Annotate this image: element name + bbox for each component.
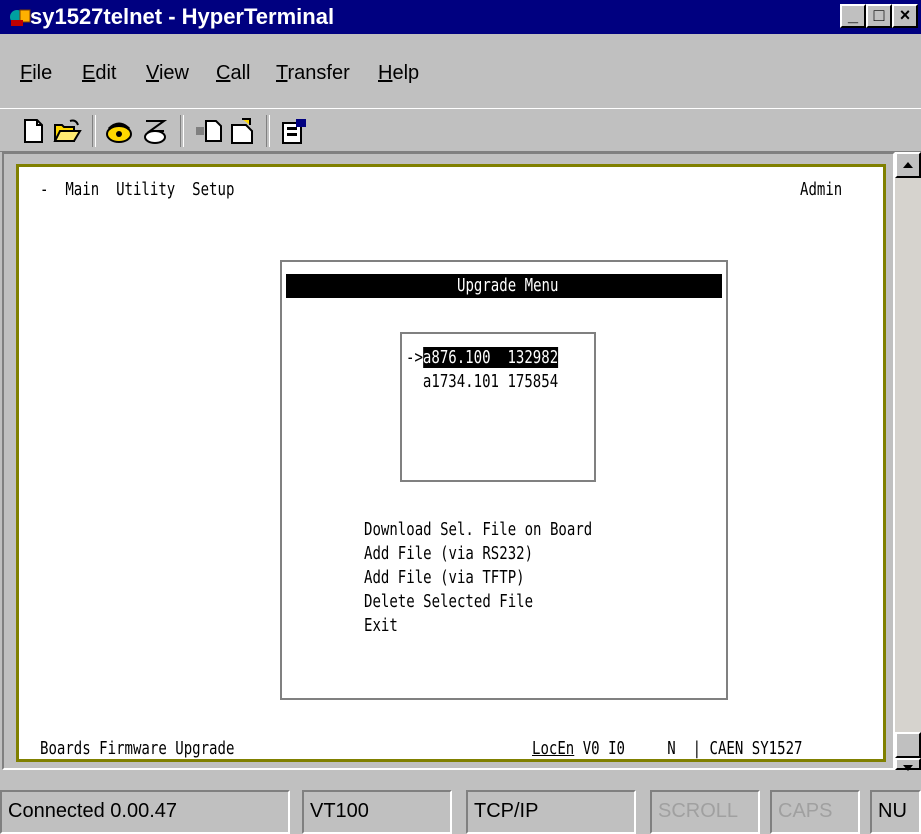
toolbar bbox=[0, 108, 921, 152]
status-connected: Connected 0.00.47 bbox=[0, 790, 290, 834]
menu-bar: File Edit View Call Transfer Help bbox=[0, 56, 921, 96]
status-emulation: VT100 bbox=[302, 790, 452, 834]
status-protocol: TCP/IP bbox=[466, 790, 636, 834]
scroll-thumb[interactable] bbox=[895, 732, 921, 758]
menu-transfer-accel: T bbox=[276, 62, 288, 84]
connect-icon[interactable] bbox=[104, 117, 134, 145]
status-scroll: SCROLL bbox=[650, 790, 760, 834]
new-icon[interactable] bbox=[18, 117, 48, 145]
menu-edit[interactable]: Edit bbox=[82, 56, 116, 90]
disconnect-icon[interactable] bbox=[140, 117, 170, 145]
terminal-status-label: Boards Firmware Upgrade bbox=[40, 738, 235, 759]
option-delete[interactable]: Delete Selected File bbox=[364, 590, 533, 614]
file-name: a1734.101 175854 bbox=[422, 371, 559, 392]
menu-call[interactable]: Call bbox=[216, 56, 250, 90]
file-name-selected: a876.100 132982 bbox=[422, 347, 559, 368]
terminal-status-right: LocEn V0 I0 N | CAEN SY1527 bbox=[532, 737, 803, 761]
maximize-icon: □ bbox=[873, 5, 885, 25]
maximize-button[interactable]: □ bbox=[866, 4, 892, 28]
terminal-top-menu[interactable]: - Main Utility Setup bbox=[40, 178, 234, 202]
locen-label: LocEn bbox=[532, 738, 575, 759]
menu-file-label: ile bbox=[32, 62, 53, 84]
menu-edit-accel: E bbox=[82, 62, 96, 84]
menu-edit-label: dit bbox=[95, 62, 117, 84]
arrow-up-icon bbox=[903, 162, 913, 168]
vertical-scrollbar[interactable] bbox=[895, 152, 921, 771]
title-bar[interactable]: sy1527telnet - HyperTerminal _ □ × bbox=[0, 0, 921, 34]
option-download[interactable]: Download Sel. File on Board bbox=[364, 518, 592, 542]
properties-icon[interactable] bbox=[280, 117, 310, 145]
menu-call-accel: C bbox=[216, 62, 231, 84]
status-num: NU bbox=[870, 790, 921, 834]
option-add-tftp[interactable]: Add File (via TFTP) bbox=[364, 566, 525, 590]
menu-file[interactable]: File bbox=[20, 56, 52, 90]
status-caps: CAPS bbox=[770, 790, 860, 834]
hyperterminal-app-icon bbox=[10, 9, 31, 26]
close-button[interactable]: × bbox=[892, 4, 918, 28]
scroll-down-button[interactable] bbox=[895, 758, 921, 771]
dialog-title: Upgrade Menu bbox=[457, 275, 559, 296]
menu-help-accel: H bbox=[378, 62, 393, 84]
minimize-button[interactable]: _ bbox=[840, 4, 866, 28]
receive-icon[interactable] bbox=[228, 117, 258, 145]
window-title: sy1527telnet - HyperTerminal bbox=[30, 4, 335, 29]
toolbar-separator bbox=[266, 115, 270, 147]
option-add-rs232[interactable]: Add File (via RS232) bbox=[364, 542, 533, 566]
menu-call-label: all bbox=[230, 62, 251, 84]
minimize-icon: _ bbox=[847, 5, 858, 25]
close-icon: × bbox=[899, 5, 911, 25]
menu-transfer-label: ransfer bbox=[287, 62, 350, 84]
file-list-item[interactable]: a1734.101 175854 bbox=[406, 370, 558, 394]
terminal-user: Admin bbox=[800, 179, 843, 200]
file-list-item[interactable]: ->a876.100 132982 bbox=[406, 346, 559, 370]
toolbar-separator bbox=[180, 115, 184, 147]
option-exit[interactable]: Exit bbox=[364, 614, 398, 638]
terminal-status-values: V0 I0 N | CAEN SY1527 bbox=[574, 738, 803, 759]
scroll-up-button[interactable] bbox=[895, 152, 921, 178]
menu-view-label: iew bbox=[158, 62, 189, 84]
selection-pointer: -> bbox=[406, 347, 423, 368]
selection-pointer bbox=[406, 371, 423, 392]
open-icon[interactable] bbox=[52, 117, 82, 145]
toolbar-separator bbox=[92, 115, 96, 147]
menu-view[interactable]: View bbox=[146, 56, 189, 90]
menu-help-label: elp bbox=[392, 62, 420, 84]
send-icon[interactable] bbox=[194, 117, 224, 145]
menu-help[interactable]: Help bbox=[378, 56, 419, 90]
menu-view-accel: V bbox=[146, 62, 159, 84]
arrow-down-icon bbox=[903, 765, 913, 771]
menu-transfer[interactable]: Transfer bbox=[276, 56, 350, 90]
status-bar: Connected 0.00.47 VT100 TCP/IP SCROLL CA… bbox=[0, 790, 921, 834]
menu-file-accel: F bbox=[20, 62, 33, 84]
